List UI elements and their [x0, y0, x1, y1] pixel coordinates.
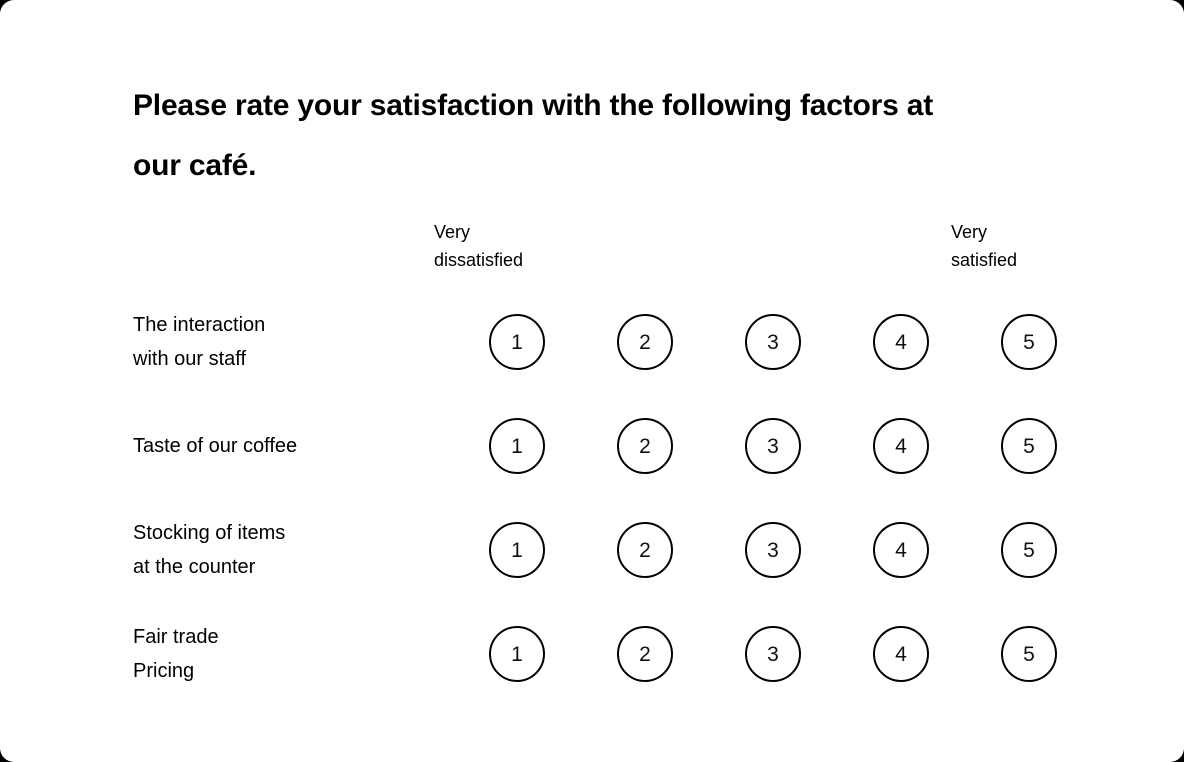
- rating-option-2[interactable]: 2: [617, 314, 673, 370]
- rating-option-4[interactable]: 4: [873, 418, 929, 474]
- rating-option-3[interactable]: 3: [745, 522, 801, 578]
- row-label-line: Taste of our coffee: [133, 435, 298, 457]
- option-cell: 1: [453, 522, 581, 578]
- rating-option-5[interactable]: 5: [1001, 418, 1057, 474]
- option-cell: 2: [581, 626, 709, 682]
- rating-option-4[interactable]: 4: [873, 522, 929, 578]
- option-cell: 1: [453, 314, 581, 370]
- rating-option-1[interactable]: 1: [489, 314, 545, 370]
- rating-matrix: Very dissatisfied Very satisfied The int…: [133, 218, 1063, 706]
- option-cell: 5: [965, 522, 1093, 578]
- row-label-line: Pricing: [133, 660, 195, 682]
- row-label-taste-of-coffee: Taste of our coffee: [133, 394, 423, 498]
- matrix-row: Fair trade Pricing 1 2 3 4 5: [133, 602, 1063, 706]
- scale-label-very-satisfied: Very satisfied: [951, 222, 1018, 270]
- rating-option-3[interactable]: 3: [745, 418, 801, 474]
- option-cell: 5: [965, 314, 1093, 370]
- option-cell: 4: [837, 626, 965, 682]
- rating-option-5[interactable]: 5: [1001, 314, 1057, 370]
- rating-option-1[interactable]: 1: [489, 418, 545, 474]
- option-cell: 1: [453, 418, 581, 474]
- rating-option-3[interactable]: 3: [745, 626, 801, 682]
- row-label-line: Stocking of items: [133, 522, 286, 544]
- rating-options-taste-of-coffee: 1 2 3 4 5: [453, 394, 1093, 498]
- option-cell: 3: [709, 522, 837, 578]
- row-label-interaction-with-staff: The interaction with our staff: [133, 290, 423, 394]
- rating-option-3[interactable]: 3: [745, 314, 801, 370]
- row-label-fair-trade-pricing: Fair trade Pricing: [133, 602, 423, 706]
- rating-options-stocking-of-items: 1 2 3 4 5: [453, 498, 1093, 602]
- option-cell: 2: [581, 418, 709, 474]
- option-cell: 5: [965, 418, 1093, 474]
- option-cell: 3: [709, 314, 837, 370]
- option-cell: 5: [965, 626, 1093, 682]
- row-label-line: Fair trade: [133, 626, 219, 648]
- row-label-line: with our staff: [133, 348, 247, 370]
- matrix-row: The interaction with our staff 1 2 3 4 5: [133, 290, 1063, 394]
- option-cell: 3: [709, 418, 837, 474]
- rating-option-4[interactable]: 4: [873, 626, 929, 682]
- survey-card: Please rate your satisfaction with the f…: [0, 0, 1184, 762]
- scale-header-row: Very dissatisfied Very satisfied: [133, 218, 1063, 290]
- option-cell: 4: [837, 418, 965, 474]
- rating-option-2[interactable]: 2: [617, 418, 673, 474]
- rating-option-1[interactable]: 1: [489, 626, 545, 682]
- rating-option-2[interactable]: 2: [617, 626, 673, 682]
- rating-options-fair-trade-pricing: 1 2 3 4 5: [453, 602, 1093, 706]
- rating-options-interaction-with-staff: 1 2 3 4 5: [453, 290, 1093, 394]
- matrix-row: Taste of our coffee 1 2 3 4 5: [133, 394, 1063, 498]
- option-cell: 1: [453, 626, 581, 682]
- rating-option-1[interactable]: 1: [489, 522, 545, 578]
- question-title: Please rate your satisfaction with the f…: [133, 89, 934, 182]
- rating-option-2[interactable]: 2: [617, 522, 673, 578]
- scale-label-very-dissatisfied: Very dissatisfied: [434, 222, 524, 270]
- matrix-row: Stocking of items at the counter 1 2 3 4…: [133, 498, 1063, 602]
- row-label-line: at the counter: [133, 556, 256, 578]
- option-cell: 4: [837, 314, 965, 370]
- rating-option-5[interactable]: 5: [1001, 522, 1057, 578]
- row-label-stocking-of-items: Stocking of items at the counter: [133, 498, 423, 602]
- rating-option-4[interactable]: 4: [873, 314, 929, 370]
- option-cell: 4: [837, 522, 965, 578]
- option-cell: 3: [709, 626, 837, 682]
- option-cell: 2: [581, 522, 709, 578]
- option-cell: 2: [581, 314, 709, 370]
- rating-option-5[interactable]: 5: [1001, 626, 1057, 682]
- row-label-line: The interaction: [133, 314, 266, 336]
